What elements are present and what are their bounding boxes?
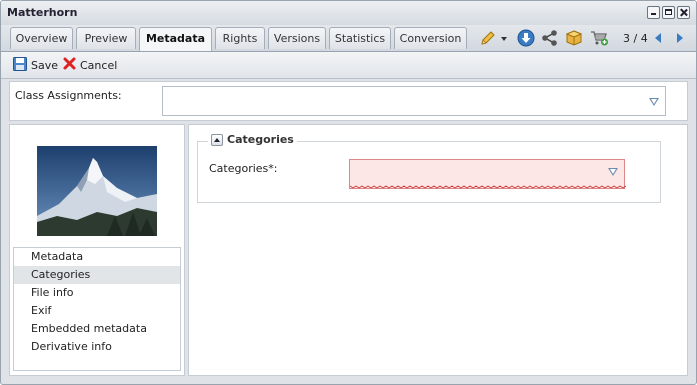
save-label: Save <box>31 58 59 72</box>
categories-legend-title: Categories <box>227 133 294 146</box>
pencil-icon[interactable] <box>479 29 497 47</box>
chevron-down-icon[interactable] <box>649 98 659 106</box>
action-toolbar: Save Cancel <box>1 52 696 79</box>
share-icon[interactable] <box>541 29 559 47</box>
categories-combo[interactable] <box>349 159 626 189</box>
nav-item-exif[interactable]: Exif <box>14 302 180 320</box>
invalid-underline-icon <box>350 185 626 189</box>
previous-icon[interactable] <box>652 31 664 45</box>
collapse-toggle-icon[interactable] <box>211 133 223 146</box>
nav-item-categories[interactable]: Categories <box>14 266 180 284</box>
maximize-button[interactable] <box>662 6 675 19</box>
minimize-button[interactable] <box>647 6 660 19</box>
asset-thumbnail <box>37 146 157 236</box>
categories-legend: Categories <box>208 133 297 146</box>
window-controls <box>647 6 690 19</box>
class-assignments-label: Class Assignments: <box>15 89 122 102</box>
nav-item-derivative-info[interactable]: Derivative info <box>14 338 180 356</box>
tab-versions[interactable]: Versions <box>268 27 326 49</box>
dropdown-arrow-icon[interactable] <box>499 29 509 47</box>
tab-preview[interactable]: Preview <box>76 27 136 49</box>
tab-statistics[interactable]: Statistics <box>329 27 391 49</box>
class-assignments-row: Class Assignments: <box>9 81 688 121</box>
save-button[interactable]: Save <box>12 56 58 74</box>
nav-item-embedded-metadata[interactable]: Embedded metadata <box>14 320 180 338</box>
class-assignments-combo[interactable] <box>162 86 666 116</box>
tab-bar: Overview Preview Metadata Rights Version… <box>1 25 696 52</box>
nav-item-file-info[interactable]: File info <box>14 284 180 302</box>
chevron-down-icon[interactable] <box>608 168 618 176</box>
asset-window: Matterhorn Overview Preview Metadata Rig… <box>0 0 697 385</box>
title-bar: Matterhorn <box>1 1 696 25</box>
window-title: Matterhorn <box>7 6 78 19</box>
categories-panel: Categories Categories*: <box>188 124 688 376</box>
download-icon[interactable] <box>517 29 535 47</box>
tab-rights[interactable]: Rights <box>215 27 265 49</box>
save-icon <box>12 56 28 75</box>
package-icon[interactable] <box>565 29 583 47</box>
cancel-label: Cancel <box>80 58 118 72</box>
asset-preview-panel: Metadata Categories File info Exif Embed… <box>9 124 185 376</box>
pager-indicator: 3 / 4 <box>623 32 648 45</box>
cancel-button[interactable]: Cancel <box>62 56 117 74</box>
cart-add-icon[interactable] <box>590 29 608 47</box>
categories-fieldset: Categories Categories*: <box>197 133 661 203</box>
tab-metadata[interactable]: Metadata <box>139 27 212 51</box>
nav-item-metadata[interactable]: Metadata <box>14 248 180 266</box>
metadata-nav-list: Metadata Categories File info Exif Embed… <box>13 247 181 371</box>
close-button[interactable] <box>677 6 690 19</box>
categories-field-label: Categories*: <box>209 162 278 175</box>
tab-conversion[interactable]: Conversion <box>394 27 467 49</box>
tab-overview[interactable]: Overview <box>10 27 73 49</box>
next-icon[interactable] <box>674 31 686 45</box>
cancel-icon <box>62 56 77 74</box>
